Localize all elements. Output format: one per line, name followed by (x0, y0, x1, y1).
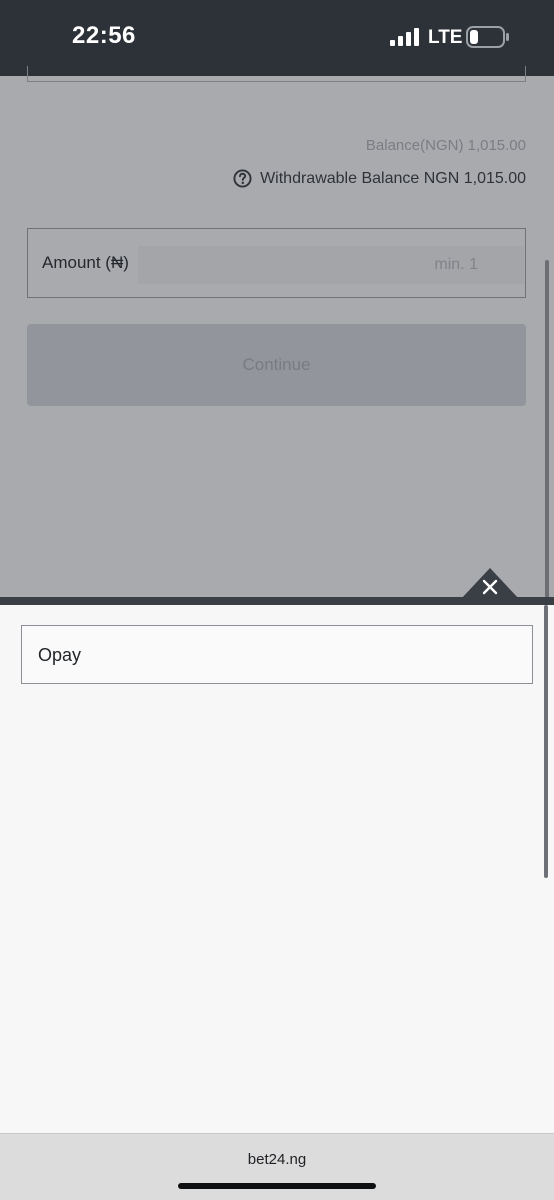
battery-low-icon (466, 26, 509, 48)
option-opay[interactable]: Opay (21, 625, 533, 684)
question-circle-icon[interactable] (233, 169, 252, 188)
status-bar: 22:56 LTE (0, 0, 554, 76)
withdrawable-balance-text: Withdrawable Balance NGN 1,015.00 (260, 169, 526, 187)
continue-button[interactable]: Continue (27, 324, 526, 406)
previous-field-edge (27, 66, 526, 82)
balance-text: Balance(NGN) 1,015.00 (365, 137, 526, 154)
payment-options-sheet: Opay (0, 605, 554, 1133)
sheet-divider (0, 597, 554, 605)
amount-label: Amount (₦) (42, 253, 129, 272)
page-scrollbar[interactable] (545, 260, 549, 640)
sheet-scrollbar[interactable] (544, 605, 548, 878)
status-time: 22:56 (72, 22, 136, 49)
close-sheet-button[interactable] (460, 568, 520, 600)
cellular-signal-icon (390, 28, 419, 46)
home-indicator[interactable] (178, 1183, 376, 1189)
withdraw-page: Balance(NGN) 1,015.00 Withdrawable Balan… (0, 66, 554, 640)
option-label: Opay (38, 645, 82, 665)
url-label[interactable]: bet24.ng (0, 1151, 554, 1168)
amount-input[interactable] (138, 246, 524, 284)
withdrawable-balance-row: Withdrawable Balance NGN 1,015.00 (233, 169, 526, 188)
network-label: LTE (428, 27, 463, 48)
browser-address-bar[interactable]: bet24.ng (0, 1133, 554, 1200)
amount-field: Amount (₦) (27, 228, 526, 298)
screen: 22:56 LTE Balance(NGN) 1,015.00 Withdraw… (0, 0, 554, 1200)
